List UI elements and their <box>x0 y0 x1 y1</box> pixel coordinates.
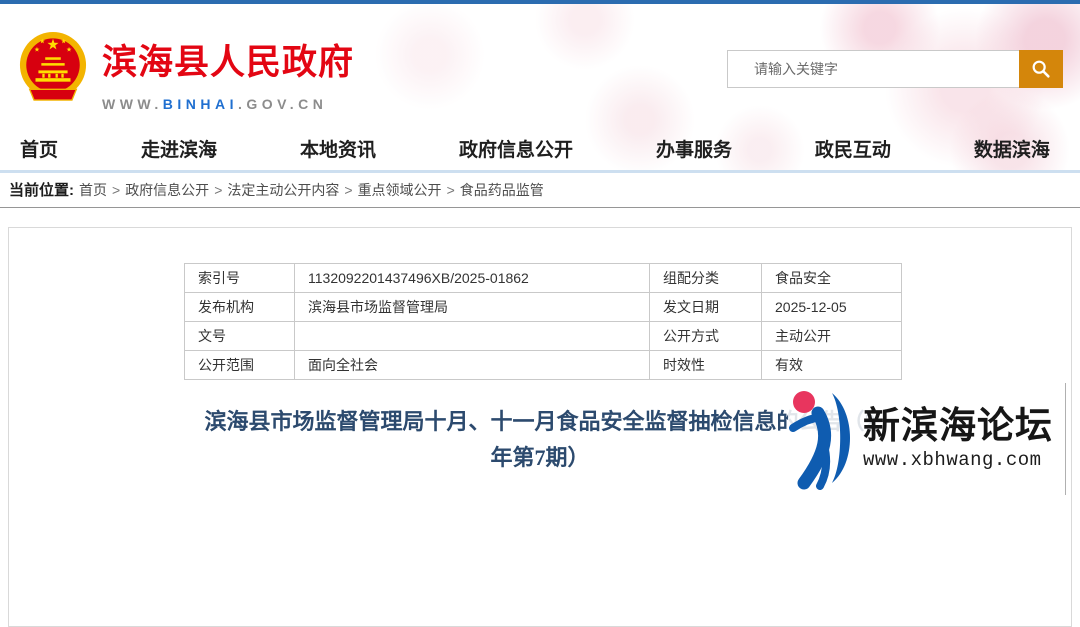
nav-item-gov-info-disclosure[interactable]: 政府信息公开 <box>459 135 573 162</box>
meta-label-index-no: 索引号 <box>185 264 295 293</box>
breadcrumb-statutory-disclosure[interactable]: 法定主动公开内容 <box>227 182 339 198</box>
meta-label-category: 组配分类 <box>650 264 762 293</box>
table-row: 公开范围 面向全社会 时效性 有效 <box>185 351 902 380</box>
forum-watermark: 新滨海论坛 www.xbhwang.com <box>788 383 1066 495</box>
breadcrumb-key-areas[interactable]: 重点领域公开 <box>358 182 442 198</box>
breadcrumb-home[interactable]: 首页 <box>79 182 107 198</box>
meta-value-category: 食品安全 <box>762 264 902 293</box>
meta-value-issuing-agency: 滨海县市场监督管理局 <box>295 293 650 322</box>
meta-value-disclosure-method: 主动公开 <box>762 322 902 351</box>
site-title: 滨海县人民政府 <box>102 34 354 85</box>
search-icon <box>1030 58 1052 80</box>
meta-label-validity: 时效性 <box>650 351 762 380</box>
meta-label-issuing-agency: 发布机构 <box>185 293 295 322</box>
forum-name: 新滨海论坛 <box>863 407 1053 446</box>
nav-item-home[interactable]: 首页 <box>20 135 58 162</box>
search-button[interactable] <box>1019 50 1063 88</box>
top-accent-bar <box>0 0 1080 4</box>
site-header: 滨海县人民政府 WWW.BINHAI.GOV.CN <box>0 4 1080 130</box>
forum-logo-icon <box>788 387 860 491</box>
document-meta-table: 索引号 1132092201437496XB/2025-01862 组配分类 食… <box>184 263 902 380</box>
breadcrumb-gov-info[interactable]: 政府信息公开 <box>125 182 209 198</box>
nav-item-services[interactable]: 办事服务 <box>656 135 732 162</box>
nav-item-local-news[interactable]: 本地资讯 <box>300 135 376 162</box>
search-input[interactable] <box>727 50 1019 88</box>
meta-value-index-no: 1132092201437496XB/2025-01862 <box>295 264 650 293</box>
nav-item-about-binhai[interactable]: 走进滨海 <box>141 135 217 162</box>
site-url: WWW.BINHAI.GOV.CN <box>102 96 354 112</box>
meta-value-disclosure-scope: 面向全社会 <box>295 351 650 380</box>
search-bar <box>727 50 1063 88</box>
meta-label-disclosure-method: 公开方式 <box>650 322 762 351</box>
meta-label-disclosure-scope: 公开范围 <box>185 351 295 380</box>
breadcrumb-label: 当前位置: <box>9 182 74 199</box>
site-identity: 滨海县人民政府 WWW.BINHAI.GOV.CN <box>102 34 354 112</box>
nav-item-data-binhai[interactable]: 数据滨海 <box>974 135 1050 162</box>
table-row: 发布机构 滨海县市场监督管理局 发文日期 2025-12-05 <box>185 293 902 322</box>
home-link[interactable] <box>18 28 88 106</box>
forum-url: www.xbhwang.com <box>863 449 1053 471</box>
main-nav: 首页 走进滨海 本地资讯 政府信息公开 办事服务 政民互动 数据滨海 <box>0 130 1080 173</box>
meta-value-doc-number <box>295 322 650 351</box>
national-emblem-icon <box>18 28 88 106</box>
forum-watermark-text: 新滨海论坛 www.xbhwang.com <box>863 407 1053 471</box>
nav-item-public-interaction[interactable]: 政民互动 <box>815 135 891 162</box>
meta-label-issue-date: 发文日期 <box>650 293 762 322</box>
breadcrumb-food-drug-regulation[interactable]: 食品药品监管 <box>460 182 544 198</box>
breadcrumb: 当前位置:首页>政府信息公开>法定主动公开内容>重点领域公开>食品药品监管 <box>0 173 1080 208</box>
meta-value-issue-date: 2025-12-05 <box>762 293 902 322</box>
meta-label-doc-number: 文号 <box>185 322 295 351</box>
table-row: 文号 公开方式 主动公开 <box>185 322 902 351</box>
table-row: 索引号 1132092201437496XB/2025-01862 组配分类 食… <box>185 264 902 293</box>
meta-value-validity: 有效 <box>762 351 902 380</box>
